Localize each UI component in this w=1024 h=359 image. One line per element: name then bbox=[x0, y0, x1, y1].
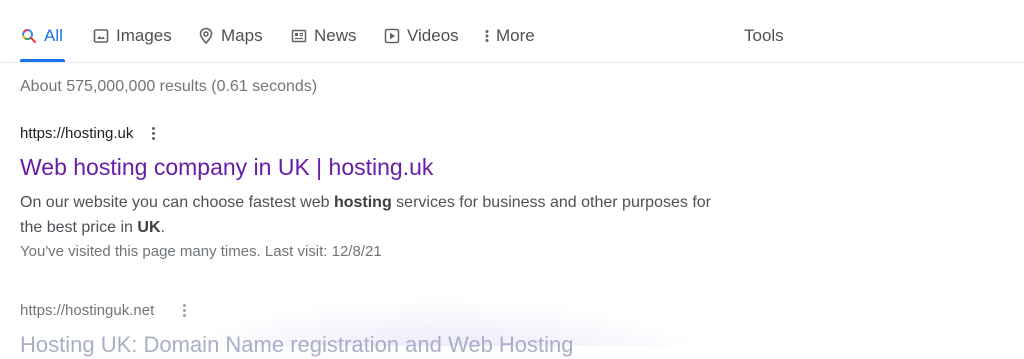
snippet-text: . bbox=[160, 219, 165, 236]
tab-more[interactable]: More bbox=[483, 24, 535, 48]
tab-videos[interactable]: Videos bbox=[383, 24, 459, 48]
search-tabs-bar: All Images Maps News Videos More Tools bbox=[0, 0, 1024, 63]
more-options-icon[interactable] bbox=[178, 303, 190, 317]
tab-maps[interactable]: Maps bbox=[197, 24, 263, 48]
result-url-row: https://hostinguk.net bbox=[20, 299, 574, 321]
tab-all[interactable]: All bbox=[20, 24, 63, 48]
tools-button[interactable]: Tools bbox=[744, 24, 784, 48]
result-title-link[interactable]: Hosting UK: Domain Name registration and… bbox=[20, 331, 574, 359]
search-result: https://hostinguk.net Hosting UK: Domain… bbox=[20, 299, 574, 359]
more-options-icon[interactable] bbox=[147, 126, 159, 140]
result-url[interactable]: https://hostinguk.net bbox=[20, 302, 154, 319]
active-tab-indicator bbox=[20, 59, 65, 62]
map-pin-icon bbox=[197, 27, 215, 45]
tab-images[interactable]: Images bbox=[92, 24, 172, 48]
news-icon bbox=[290, 27, 308, 45]
search-icon bbox=[20, 27, 38, 45]
snippet-text: On our website you can choose fastest we… bbox=[20, 194, 334, 211]
video-icon bbox=[383, 27, 401, 45]
tab-label: More bbox=[496, 26, 535, 45]
tab-label: Maps bbox=[221, 26, 263, 45]
more-vert-icon bbox=[483, 27, 491, 45]
tab-label: News bbox=[314, 26, 357, 45]
search-result: https://hosting.uk Web hosting company i… bbox=[20, 122, 720, 263]
snippet-highlight: UK bbox=[137, 219, 161, 236]
tab-label: Images bbox=[116, 26, 172, 45]
image-icon bbox=[92, 27, 110, 45]
tab-label: All bbox=[44, 26, 63, 45]
snippet-highlight: hosting bbox=[333, 194, 392, 211]
tab-news[interactable]: News bbox=[290, 24, 357, 48]
result-stats: About 575,000,000 results (0.61 seconds) bbox=[20, 78, 318, 95]
result-url-row: https://hosting.uk bbox=[20, 122, 720, 144]
result-title-link[interactable]: Web hosting company in UK | hosting.uk bbox=[20, 153, 720, 181]
result-snippet: On our website you can choose fastest we… bbox=[20, 190, 720, 240]
visited-note: You've visited this page many times. Las… bbox=[20, 243, 382, 260]
tab-label: Videos bbox=[407, 26, 459, 45]
result-url[interactable]: https://hosting.uk bbox=[20, 125, 133, 142]
